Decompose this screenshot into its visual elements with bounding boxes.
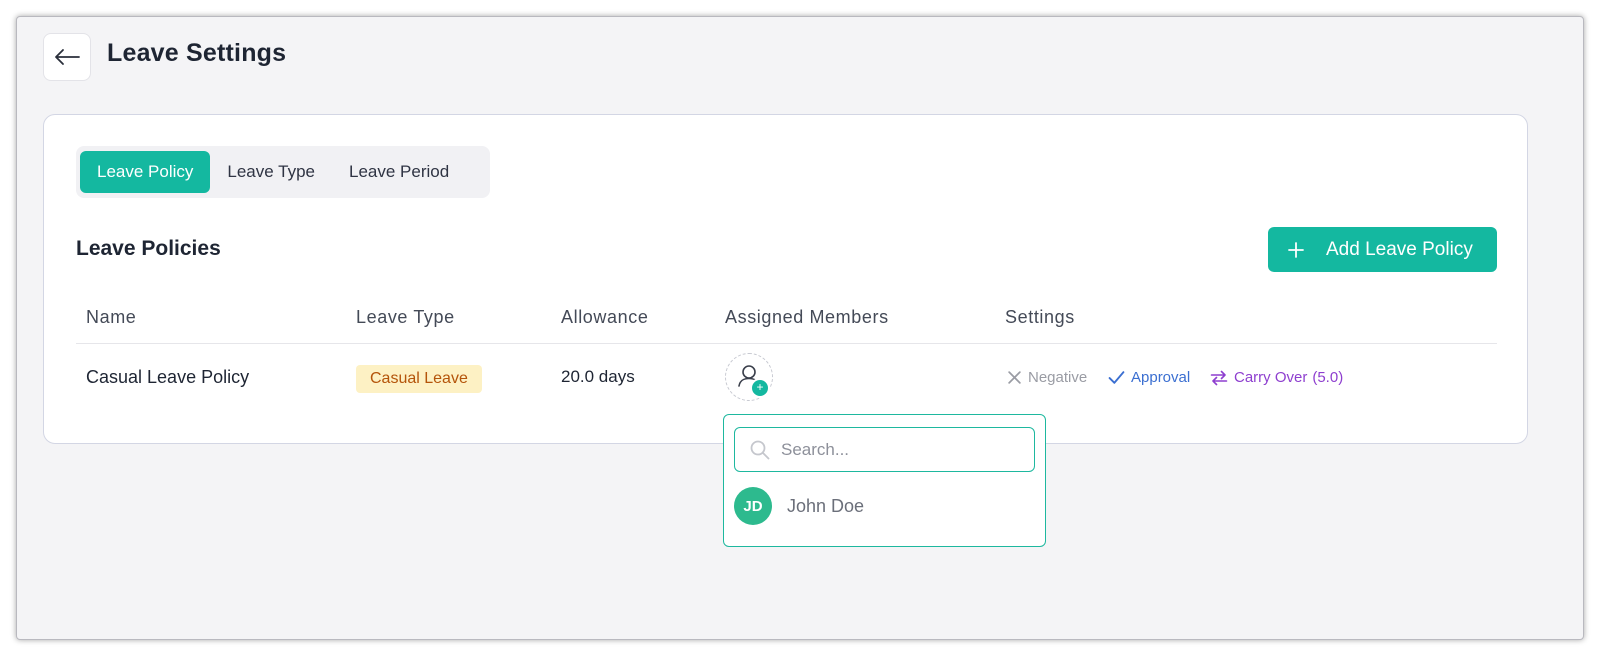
leave-settings-card: Leave Policy Leave Type Leave Period Lea… [43,114,1528,444]
plus-badge-icon: + [750,378,770,398]
leave-type-badge: Casual Leave [356,365,482,393]
table-header: Name Leave Type Allowance Assigned Membe… [76,305,1497,344]
x-icon [1008,371,1021,384]
column-header-name: Name [86,307,137,327]
setting-approval-label: Approval [1131,369,1191,386]
section-title: Leave Policies [76,237,221,260]
setting-negative: Negative [1007,369,1087,386]
member-search-box [734,427,1035,472]
column-header-leave-type: Leave Type [356,307,455,327]
arrow-left-icon [55,49,80,65]
setting-approval: Approval [1108,369,1190,386]
member-dropdown: JD John Doe [723,414,1046,547]
search-icon [750,440,770,459]
member-search-input[interactable] [779,438,1023,461]
column-header-allowance: Allowance [561,307,649,327]
arrows-exchange-icon [1210,370,1228,385]
column-header-assigned-members: Assigned Members [725,307,889,327]
check-icon [1108,371,1125,384]
member-name: John Doe [787,495,865,516]
tab-bar: Leave Policy Leave Type Leave Period [76,146,490,198]
tab-leave-policy[interactable]: Leave Policy [80,151,211,193]
setting-carry-over-label: Carry Over [1234,369,1308,386]
member-option[interactable]: JD John Doe [734,487,864,525]
setting-carry-over-value: (5.0) [1312,369,1344,386]
setting-carry-over: Carry Over (5.0) [1210,369,1343,386]
add-button-label: Add Leave Policy [1326,238,1473,260]
setting-negative-label: Negative [1028,369,1088,386]
assign-member-button[interactable]: + [725,353,773,401]
tab-leave-period[interactable]: Leave Period [332,151,466,193]
avatar: JD [734,487,772,525]
allowance-value: 20.0 days [561,367,635,386]
table-row: Casual Leave Policy Casual Leave 20.0 da… [76,345,1497,409]
tab-leave-type[interactable]: Leave Type [210,151,332,193]
app-window: Leave Settings Leave Policy Leave Type L… [16,16,1584,640]
plus-icon [1288,241,1304,258]
column-header-settings: Settings [1005,307,1075,327]
policy-name: Casual Leave Policy [86,367,250,387]
page-title: Leave Settings [107,39,287,67]
back-button[interactable] [43,33,91,81]
add-leave-policy-button[interactable]: Add Leave Policy [1268,227,1497,272]
